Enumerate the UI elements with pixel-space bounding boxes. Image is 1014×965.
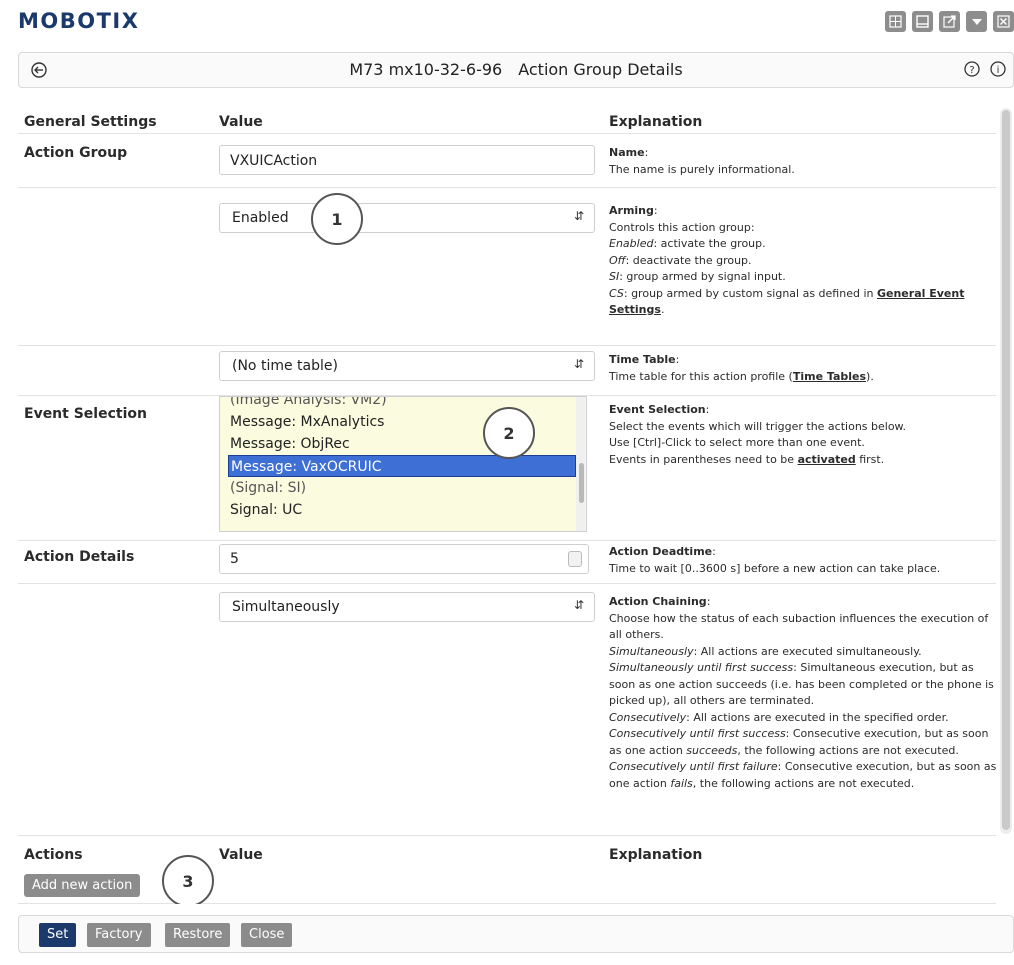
name-explanation: Name: The name is purely informational.: [609, 146, 795, 176]
time-table-select[interactable]: (No time table) ⇵: [219, 351, 595, 381]
page-name: Action Group Details: [518, 60, 683, 79]
select-arrow-icon: ⇵: [573, 209, 584, 223]
close-icon[interactable]: [993, 11, 1014, 32]
page-scroll-thumb[interactable]: [1002, 110, 1010, 830]
column-explanation: Explanation: [609, 114, 703, 130]
time-tables-link[interactable]: Time Tables: [793, 370, 866, 383]
list-item[interactable]: Message: ObjRec: [230, 433, 350, 455]
list-item-selected[interactable]: Message: VaxOCRUIC: [228, 455, 576, 477]
window-icon[interactable]: [912, 11, 933, 32]
top-bar: MOBOTIX: [0, 0, 1014, 44]
dropdown-icon[interactable]: [966, 11, 987, 32]
deadtime-input[interactable]: 5: [219, 544, 589, 574]
actions-explanation-head: Explanation: [609, 847, 703, 863]
deadtime-explanation: Action Deadtime: Time to wait [0..3600 s…: [609, 545, 941, 575]
settings-panel: General Settings Value Explanation Actio…: [18, 102, 998, 904]
add-new-action-button[interactable]: Add new action: [24, 874, 141, 897]
select-arrow-icon: ⇵: [573, 357, 584, 371]
list-item[interactable]: (Signal: SI): [230, 477, 306, 499]
event-selection-label: Event Selection: [24, 406, 147, 422]
action-details-row: Action Details 5 Action Deadtime: Time t…: [18, 541, 996, 584]
device-name: M73 mx10-32-6-96: [349, 60, 503, 79]
action-chaining-row: Simultaneously ⇵ Action Chaining: Choose…: [18, 584, 996, 836]
callout-3: 3: [162, 855, 214, 904]
column-general-settings: General Settings: [24, 114, 157, 130]
window-controls: [885, 11, 1014, 32]
callout-2: 2: [483, 407, 535, 459]
close-button[interactable]: Close: [241, 923, 293, 947]
arming-explanation: Arming: Controls this action group: Enab…: [609, 204, 965, 316]
external-link-icon[interactable]: [939, 11, 960, 32]
list-item[interactable]: (Image Analysis: VM2): [230, 397, 387, 411]
set-button[interactable]: Set: [39, 923, 77, 947]
page-title: M73 mx10-32-6-96 Action Group Details: [19, 60, 1013, 79]
svg-text:?: ?: [969, 65, 974, 76]
factory-button[interactable]: Factory: [87, 923, 151, 947]
arming-select[interactable]: Enabled ⇵: [219, 203, 595, 233]
time-table-row: (No time table) ⇵ Time Table: Time table…: [18, 346, 996, 396]
actions-label: Actions: [24, 847, 83, 863]
event-listbox[interactable]: (Image Analysis: VM2) Message: MxAnalyti…: [219, 396, 587, 532]
column-value: Value: [219, 114, 263, 130]
action-chaining-select[interactable]: Simultaneously ⇵: [219, 592, 595, 622]
action-group-name-input[interactable]: VXUICAction: [219, 145, 595, 175]
help-icon[interactable]: ?: [963, 60, 981, 82]
mobotix-logo: MOBOTIX: [18, 9, 140, 33]
restore-button[interactable]: Restore: [165, 923, 231, 947]
list-item[interactable]: Message: MxAnalytics: [230, 411, 384, 433]
event-selection-explanation: Event Selection: Select the events which…: [609, 403, 907, 466]
page-scrollbar[interactable]: [1000, 108, 1012, 834]
svg-text:i: i: [997, 65, 1000, 76]
time-table-explanation: Time Table: Time table for this action p…: [609, 353, 874, 383]
page-header: M73 mx10-32-6-96 Action Group Details ? i: [18, 52, 1014, 88]
help-icons: ? i: [963, 60, 1007, 82]
bottom-toolbar: Set Factory Restore Close: [18, 915, 1014, 953]
listbox-scroll-thumb[interactable]: [579, 463, 584, 503]
action-group-row: Action Group VXUICAction Name: The name …: [18, 142, 996, 188]
stepper-icon[interactable]: [568, 551, 582, 567]
list-item[interactable]: Signal: UC: [230, 499, 302, 521]
action-group-label: Action Group: [24, 145, 128, 161]
actions-value-head: Value: [219, 847, 263, 863]
select-arrow-icon: ⇵: [573, 598, 584, 612]
action-details-label: Action Details: [24, 549, 135, 565]
grid-icon[interactable]: [885, 11, 906, 32]
activated-link[interactable]: activated: [798, 453, 856, 466]
callout-1: 1: [311, 193, 363, 245]
table-header: General Settings Value Explanation: [18, 102, 996, 134]
info-icon[interactable]: i: [989, 60, 1007, 82]
arming-row: Enabled ⇵ Arming: Controls this action g…: [18, 198, 996, 346]
action-chaining-explanation: Action Chaining: Choose how the status o…: [609, 595, 997, 790]
